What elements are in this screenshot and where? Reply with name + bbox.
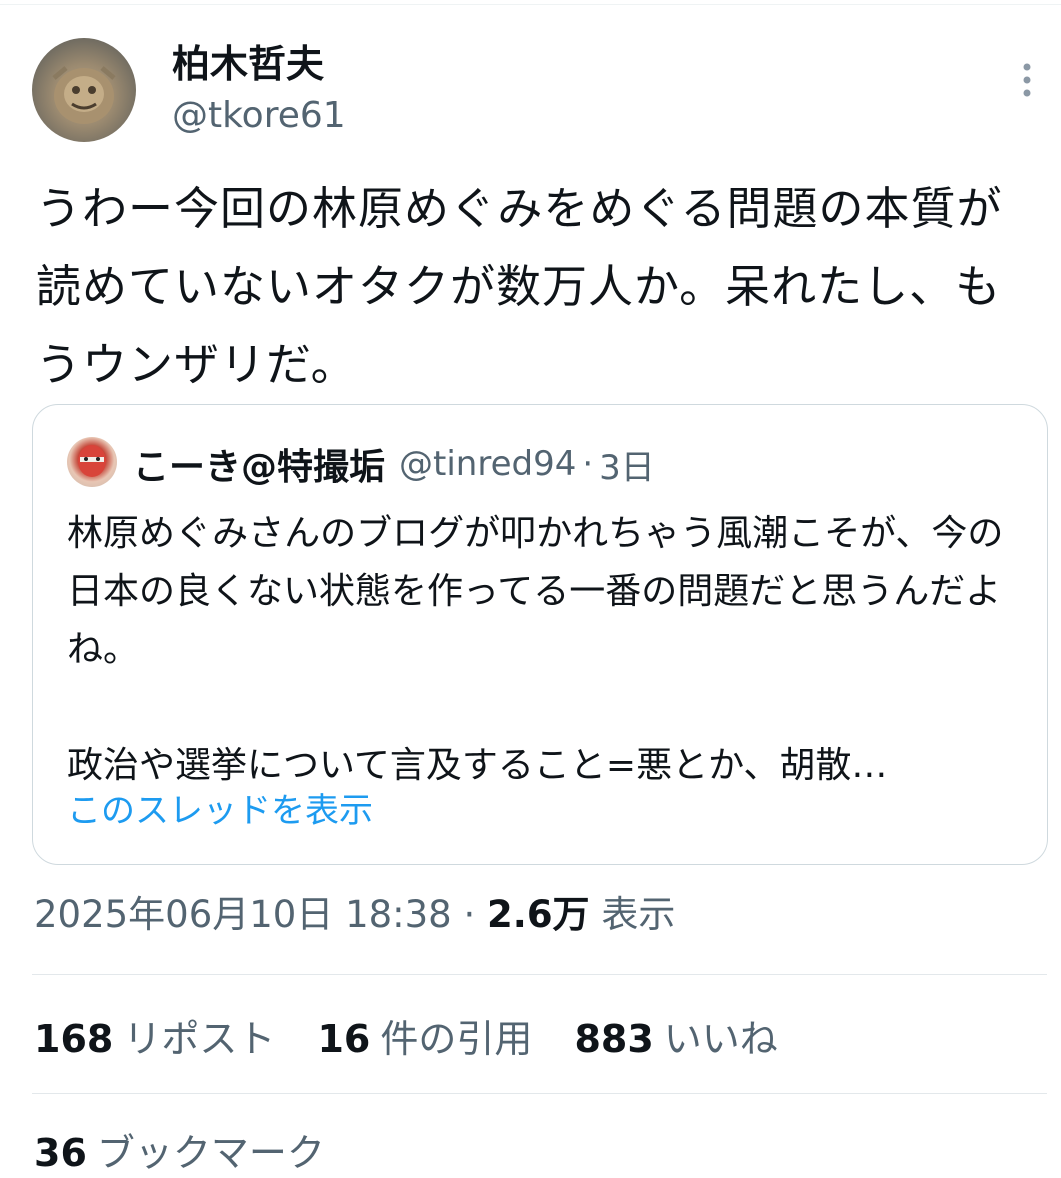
reposts-count: 168 xyxy=(34,1017,114,1061)
bookmarks-label: ブックマーク xyxy=(96,1131,325,1175)
tweet-detail: 柏木哲夫 @tkore61 うわー今回の林原めぐみをめぐる問題の本質が読めていな… xyxy=(0,0,1061,1178)
quotes-label: 件の引用 xyxy=(380,1017,533,1061)
likes-count: 883 xyxy=(574,1017,654,1061)
views-label: 表示 xyxy=(601,893,676,936)
show-thread-link[interactable]: このスレッドを表示 xyxy=(67,787,373,835)
top-divider xyxy=(0,4,1061,5)
quoted-tweet[interactable]: こーき@特撮垢 @tinred94 · 3日 林原めぐみさんのブログが叩かれちゃ… xyxy=(32,404,1048,865)
quoted-tweet-text: 林原めぐみさんのブログが叩かれちゃう風潮こそが、今の日本の良くない状態を作ってる… xyxy=(67,513,1004,786)
bookmark-stats: 36 ブックマーク xyxy=(34,1126,355,1178)
quoted-avatar-image xyxy=(78,445,106,477)
tweet-text: うわー今回の林原めぐみをめぐる問題の本質が読めていないオタクが数万人か。呆れたし… xyxy=(36,182,1003,391)
more-vertical-icon xyxy=(1023,63,1031,97)
quotes-stat[interactable]: 16 件の引用 xyxy=(317,1012,532,1066)
quotes-count: 16 xyxy=(317,1017,371,1061)
author-name[interactable]: 柏木哲夫 xyxy=(172,40,324,88)
author-handle[interactable]: @tkore61 xyxy=(172,94,346,138)
quoted-separator: · xyxy=(582,444,594,484)
quoted-author-handle[interactable]: @tinred94 xyxy=(399,444,576,484)
more-options-button[interactable] xyxy=(1010,58,1044,102)
divider xyxy=(32,974,1047,975)
views-count: 2.6万 xyxy=(487,893,590,936)
quoted-author-avatar[interactable] xyxy=(67,437,117,487)
bookmarks-count: 36 xyxy=(34,1131,87,1175)
reposts-stat[interactable]: 168 リポスト xyxy=(34,1012,275,1066)
avatar-image xyxy=(52,66,116,124)
likes-label: いいね xyxy=(663,1017,778,1061)
divider xyxy=(32,1093,1047,1094)
bookmarks-stat[interactable]: 36 ブックマーク xyxy=(34,1126,325,1178)
reposts-label: リポスト xyxy=(123,1017,276,1061)
likes-stat[interactable]: 883 いいね xyxy=(574,1012,777,1066)
tweet-timestamp[interactable]: 2025年06月10日 18:38 xyxy=(34,893,452,936)
engagement-stats: 168 リポスト 16 件の引用 883 いいね xyxy=(34,1012,808,1066)
meta-separator: · xyxy=(463,893,476,936)
quoted-author-name[interactable]: こーき@特撮垢 xyxy=(133,438,385,490)
quoted-timestamp[interactable]: 3日 xyxy=(599,440,655,489)
author-avatar[interactable] xyxy=(32,38,136,142)
tweet-meta: 2025年06月10日 18:38 · 2.6万 表示 xyxy=(34,888,675,942)
quoted-header: こーき@特撮垢 @tinred94 · 3日 xyxy=(133,439,655,489)
